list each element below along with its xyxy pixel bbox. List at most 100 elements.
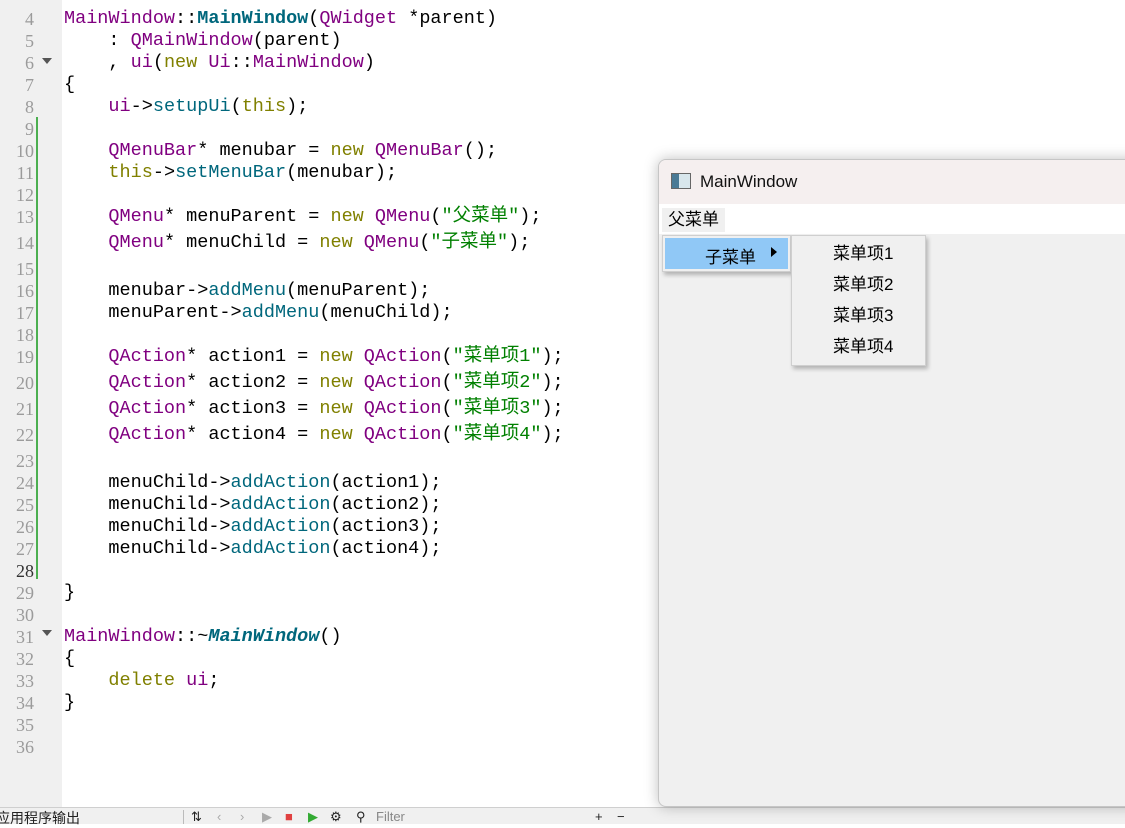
child-menu-popup: 菜单项1 菜单项2 菜单项3 菜单项4	[791, 235, 926, 366]
code-token: "菜单项2"	[452, 372, 542, 393]
code-token: );	[541, 372, 564, 393]
code-token: addMenu	[208, 280, 287, 301]
code-token: ();	[463, 140, 498, 161]
code-line: menubar->addMenu(menuParent);	[64, 280, 430, 302]
submenu-label[interactable]: 子菜单	[705, 243, 756, 268]
code-token: addAction	[230, 538, 331, 559]
code-token: QAction	[363, 346, 442, 367]
code-token: );	[541, 346, 564, 367]
line-number: 26	[16, 517, 34, 537]
line-number: 21	[16, 399, 34, 419]
code-token: (	[441, 424, 453, 445]
code-line: QAction* action4 = new QAction("菜单项4");	[64, 424, 563, 446]
divider	[183, 810, 184, 824]
code-token: ->	[130, 96, 153, 117]
code-token: QAction	[108, 398, 187, 419]
code-token: (	[441, 398, 453, 419]
zoom-out-icon[interactable]: −	[617, 809, 625, 824]
menu-parent[interactable]: 父菜单	[662, 208, 725, 232]
code-line: QAction* action1 = new QAction("菜单项1");	[64, 346, 564, 368]
filter-input[interactable]: Filter	[376, 809, 405, 824]
code-token: );	[519, 206, 542, 227]
fold-arrow-icon[interactable]	[42, 58, 52, 64]
submenu-arrow-icon	[771, 247, 777, 257]
code-token: (action2);	[330, 494, 442, 515]
code-token: ,	[64, 52, 131, 73]
code-token: MainWindow	[197, 8, 309, 29]
code-line: }	[64, 582, 75, 604]
code-token: QAction	[108, 372, 187, 393]
line-number: 22	[16, 425, 34, 445]
fold-arrow-icon[interactable]	[42, 630, 52, 636]
menu-item-4[interactable]: 菜单项4	[833, 331, 893, 362]
code-token: new	[330, 206, 364, 227]
code-token: }	[64, 582, 76, 603]
code-token: MainWindow	[64, 8, 176, 29]
line-number: 35	[16, 715, 34, 735]
prev-icon[interactable]: ‹	[217, 809, 221, 824]
code-token: QMenuBar	[108, 140, 198, 161]
menu-item-1[interactable]: 菜单项1	[833, 238, 893, 269]
line-number: 4	[25, 9, 34, 29]
code-token: "菜单项1"	[452, 346, 542, 367]
code-token: "子菜单"	[430, 232, 509, 253]
code-token: addAction	[230, 472, 331, 493]
code-token: );	[508, 232, 531, 253]
code-token: setupUi	[152, 96, 231, 117]
code-token: addAction	[230, 494, 331, 515]
line-number: 19	[16, 347, 34, 367]
code-token: this	[108, 162, 153, 183]
code-line: MainWindow::MainWindow(QWidget *parent)	[64, 8, 497, 30]
code-token: (	[430, 206, 442, 227]
code-token: menubar->	[64, 280, 209, 301]
code-token: :	[64, 30, 131, 51]
next-icon[interactable]: ›	[240, 809, 244, 824]
code-token: QAction	[108, 424, 187, 445]
menu-item-3[interactable]: 菜单项3	[833, 300, 893, 331]
code-token: new	[319, 424, 353, 445]
line-number: 30	[16, 605, 34, 625]
code-token: MainWindow	[252, 52, 364, 73]
code-line: menuParent->addMenu(menuChild);	[64, 302, 452, 324]
code-token: new	[330, 140, 364, 161]
line-number: 14	[16, 233, 34, 253]
code-token: MainWindow	[64, 626, 176, 647]
line-number: 12	[16, 185, 34, 205]
code-token: Ui	[208, 52, 231, 73]
line-number: 23	[16, 451, 34, 471]
window-titlebar[interactable]: MainWindow	[659, 160, 1125, 204]
app-icon	[671, 173, 691, 189]
code-token: (	[308, 8, 320, 29]
code-token: "菜单项3"	[452, 398, 542, 419]
line-number: 31	[16, 627, 34, 647]
code-token: {	[64, 648, 76, 669]
code-token: "父菜单"	[441, 206, 520, 227]
code-token: menuChild->	[64, 538, 231, 559]
code-token: }	[64, 692, 76, 713]
line-number: 34	[16, 693, 34, 713]
zoom-in-icon[interactable]: +	[595, 809, 603, 824]
code-token: * menuParent =	[163, 206, 331, 227]
code-token: (	[441, 346, 453, 367]
code-token: menuChild->	[64, 472, 231, 493]
code-token: QWidget	[319, 8, 398, 29]
code-token: * menubar =	[197, 140, 331, 161]
menu-item-2[interactable]: 菜单项2	[833, 269, 893, 300]
code-token: MainWindow	[208, 626, 320, 647]
code-token: QMenu	[108, 206, 164, 227]
output-panel-title[interactable]: 应用程序输出	[0, 808, 80, 828]
line-number: 6	[25, 53, 34, 73]
code-token: new	[319, 232, 353, 253]
code-token: new	[163, 52, 198, 73]
code-token: (action3);	[330, 516, 442, 537]
stop-icon[interactable]: ■	[285, 809, 293, 824]
line-number: 8	[25, 97, 34, 117]
code-token: QMenu	[108, 232, 164, 253]
